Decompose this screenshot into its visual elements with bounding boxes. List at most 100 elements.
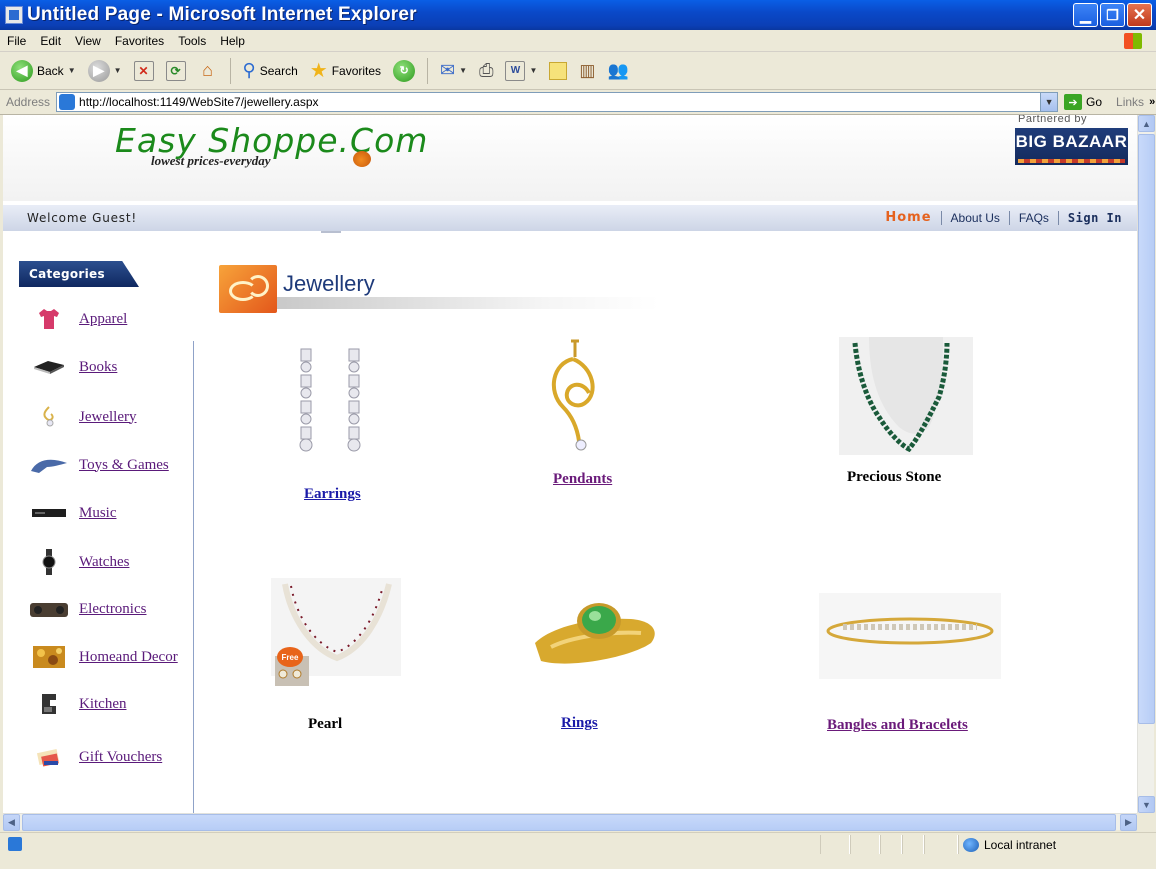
scroll-left-icon[interactable]: ◀ [3, 814, 20, 831]
address-dropdown-icon[interactable]: ▼ [1040, 93, 1058, 111]
sidebar-item-label[interactable]: Kitchen [79, 696, 126, 713]
pendant-image[interactable] [541, 337, 605, 461]
forward-dropdown-icon[interactable]: ▼ [114, 66, 122, 75]
menu-help[interactable]: Help [213, 34, 252, 48]
sidebar-item-gift-vouchers[interactable]: Gift Vouchers [29, 745, 162, 769]
status-pane [880, 835, 902, 854]
big-bazaar-logo[interactable]: BIG BAZAAR [1015, 128, 1128, 165]
sidebar-item-label[interactable]: Apparel [79, 311, 127, 328]
nav-signin-link[interactable]: Sign In [1059, 211, 1131, 225]
sidebar-item-music[interactable]: Music [29, 501, 117, 525]
sidebar-item-apparel[interactable]: Apparel [29, 307, 127, 331]
back-button[interactable]: ◀ Back ▼ [8, 56, 79, 86]
pearl-necklace-image[interactable] [271, 578, 401, 690]
home-button[interactable]: ⌂ [195, 56, 221, 86]
nav-home-link[interactable]: Home [876, 210, 940, 225]
product-earrings-link[interactable]: Earrings [304, 486, 361, 503]
refresh-button[interactable]: ⟳ [163, 56, 189, 86]
research-books-icon: ▥ [579, 60, 596, 80]
sidebar-item-label[interactable]: Music [79, 505, 117, 522]
links-chevron-icon[interactable]: » [1149, 96, 1155, 108]
sidebar-item-home-decor[interactable]: Homeand Decor [29, 645, 178, 669]
messenger-button[interactable]: 👥 [604, 56, 631, 86]
nav-tab-marker [321, 231, 341, 233]
bangle-image[interactable] [819, 593, 1001, 679]
precious-stone-image[interactable] [839, 337, 973, 455]
mail-button[interactable]: ✉ ▼ [437, 56, 470, 86]
product-rings-link[interactable]: Rings [561, 715, 598, 732]
page-icon [59, 94, 76, 110]
history-button[interactable]: ↻ [390, 56, 418, 86]
edit-button[interactable]: W ▼ [502, 56, 540, 86]
discuss-button[interactable] [546, 56, 570, 86]
site-tagline: lowest prices-everyday [151, 153, 271, 168]
edit-dropdown-icon[interactable]: ▼ [529, 66, 537, 75]
close-button[interactable]: ✕ [1127, 3, 1152, 27]
sidebar-item-electronics[interactable]: Electronics [29, 597, 146, 621]
menu-file[interactable]: File [0, 34, 33, 48]
sidebar-item-label[interactable]: Electronics [79, 601, 146, 618]
status-pane [902, 835, 924, 854]
vertical-scroll-thumb[interactable] [1138, 134, 1155, 724]
home-icon: ⌂ [202, 60, 213, 80]
mail-dropdown-icon[interactable]: ▼ [459, 66, 467, 75]
ie-page-icon [5, 6, 23, 24]
product-pearl-label: Pearl [308, 716, 343, 732]
favorites-label: Favorites [331, 63, 382, 78]
menu-tools[interactable]: Tools [171, 34, 213, 48]
sidebar-item-label[interactable]: Watches [79, 554, 129, 571]
product-pendants-link[interactable]: Pendants [553, 471, 612, 488]
menu-favorites[interactable]: Favorites [108, 34, 171, 48]
address-label: Address [6, 95, 51, 109]
sidebar-item-watches[interactable]: Watches [29, 549, 129, 575]
back-dropdown-icon[interactable]: ▼ [68, 66, 76, 75]
window-title-bar: Untitled Page - Microsoft Internet Explo… [0, 0, 1156, 30]
earrings-image[interactable] [293, 345, 373, 465]
voucher-icon [29, 745, 69, 769]
scroll-up-icon[interactable]: ▲ [1138, 115, 1155, 132]
partner-label: Partnered by [1018, 115, 1087, 125]
favorites-button[interactable]: ★ Favorites [307, 56, 384, 86]
menu-edit[interactable]: Edit [33, 34, 68, 48]
menu-bar: File Edit View Favorites Tools Help [0, 30, 1156, 52]
scrollbar-corner [1137, 813, 1154, 830]
stop-button[interactable]: ✕ [131, 56, 157, 86]
minimize-button[interactable]: ▁ [1073, 3, 1098, 27]
boombox-icon [29, 597, 69, 621]
scroll-right-icon[interactable]: ▶ [1120, 814, 1137, 831]
research-button[interactable]: ▥ [576, 56, 598, 86]
product-precious-stone-label: Precious Stone [847, 469, 942, 485]
sidebar-item-books[interactable]: Books [29, 355, 117, 379]
print-button[interactable]: ⎙ [476, 56, 496, 86]
status-bar: Local intranet [0, 832, 1156, 869]
free-badge: Free [277, 647, 303, 667]
forward-button[interactable]: ▶ ▼ [85, 56, 125, 86]
sidebar-item-label[interactable]: Homeand Decor [79, 649, 178, 666]
maximize-button[interactable]: ❐ [1100, 3, 1125, 27]
vertical-scrollbar[interactable]: ▲ ▼ [1137, 115, 1155, 813]
page-status-icon [8, 837, 22, 851]
ring-image[interactable] [531, 591, 663, 671]
address-input[interactable]: http://localhost:1149/WebSite7/jewellery… [56, 92, 1059, 112]
sidebar-item-label[interactable]: Books [79, 359, 117, 376]
search-button[interactable]: ⚲ Search [240, 56, 301, 86]
sidebar-item-label[interactable]: Gift Vouchers [79, 749, 162, 766]
book-icon [29, 355, 69, 379]
sidebar-item-label[interactable]: Toys & Games [79, 457, 169, 474]
sidebar-item-kitchen[interactable]: Kitchen [29, 692, 126, 716]
go-arrow-icon: ➔ [1064, 94, 1083, 110]
horizontal-scroll-thumb[interactable] [22, 814, 1116, 831]
sidebar-item-toys-games[interactable]: Toys & Games [29, 453, 169, 477]
nav-faqs-link[interactable]: FAQs [1010, 211, 1058, 225]
product-bangles-link[interactable]: Bangles and Bracelets [827, 717, 968, 734]
menu-view[interactable]: View [68, 34, 108, 48]
horizontal-scrollbar[interactable]: ◀ ▶ [3, 813, 1137, 831]
scroll-down-icon[interactable]: ▼ [1138, 796, 1155, 813]
sidebar-item-jewellery[interactable]: Jewellery [29, 405, 136, 429]
go-button[interactable]: ➔ Go [1064, 94, 1102, 110]
star-icon: ★ [309, 60, 328, 82]
links-toolbar[interactable]: Links [1116, 95, 1144, 109]
nav-about-link[interactable]: About Us [942, 211, 1009, 225]
sidebar-item-label[interactable]: Jewellery [79, 409, 136, 426]
printer-icon: ⎙ [479, 60, 494, 80]
